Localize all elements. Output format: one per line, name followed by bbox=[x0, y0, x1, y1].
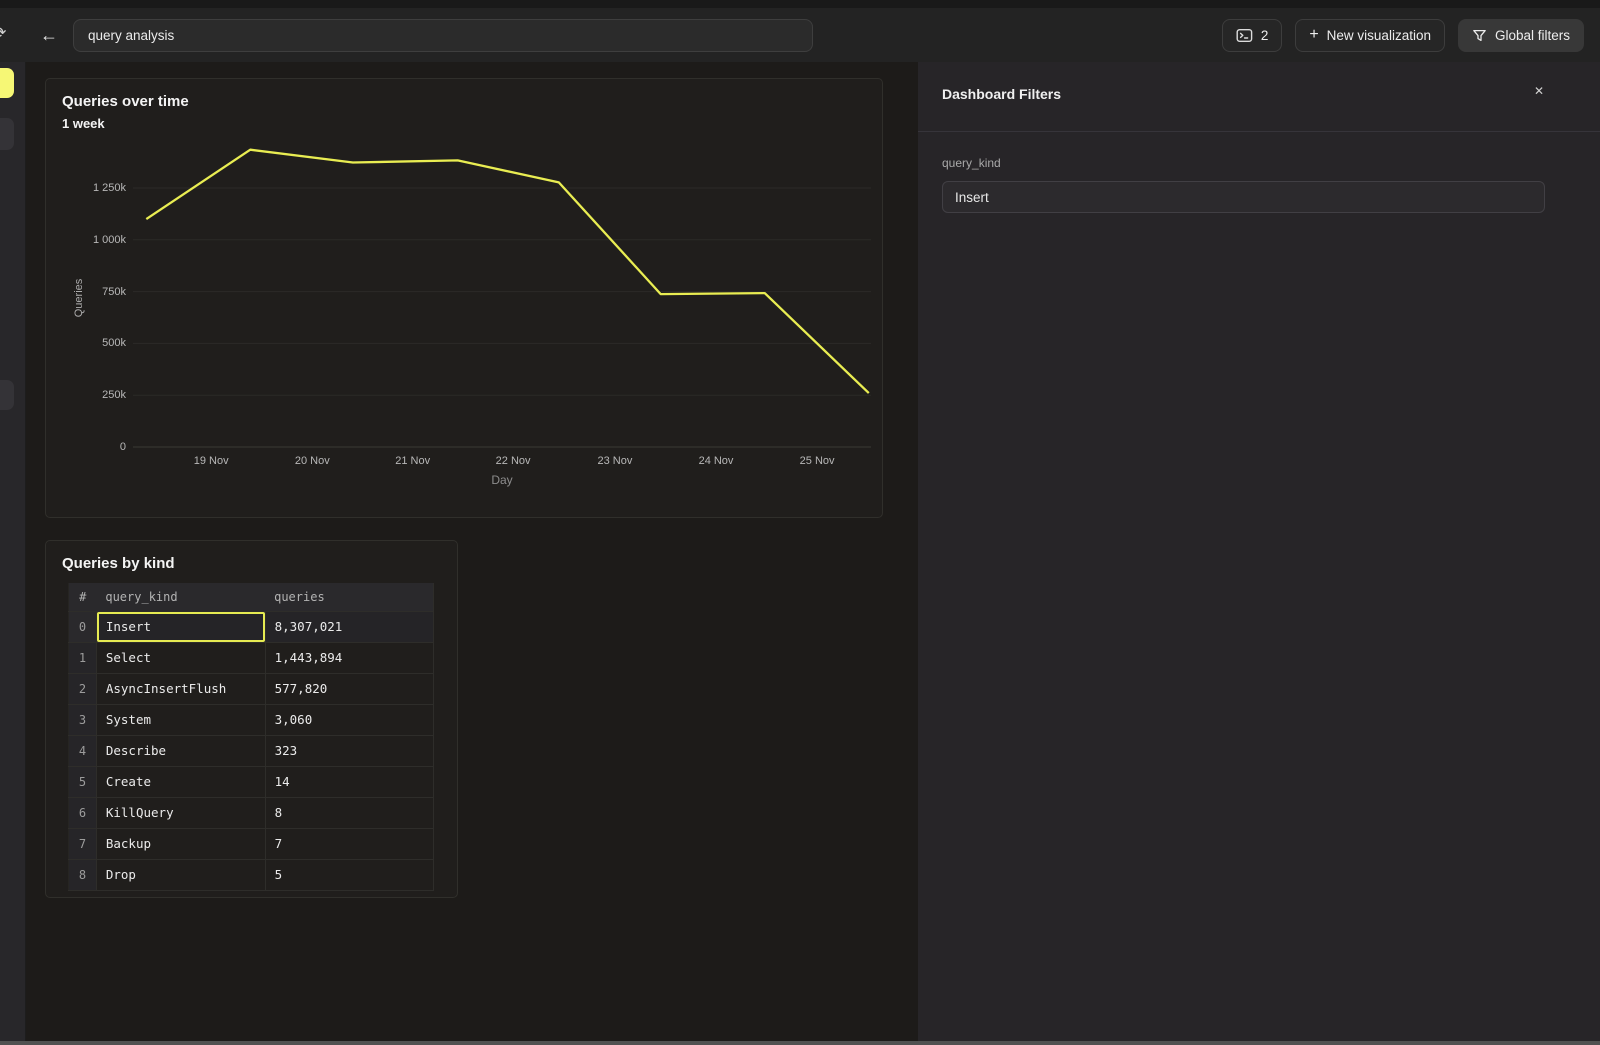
y-tick-label: 0 bbox=[120, 441, 126, 453]
row-index-cell: 4 bbox=[69, 735, 97, 766]
column-header-query_kind: query_kind bbox=[96, 583, 265, 611]
queries-value-cell[interactable]: 7 bbox=[265, 828, 433, 859]
queries-value-cell[interactable]: 8,307,021 bbox=[265, 611, 433, 642]
table-row: 7Backup7 bbox=[69, 828, 434, 859]
new-visualization-button[interactable]: + New visualization bbox=[1295, 19, 1445, 52]
x-axis-ticks: 19 Nov 20 Nov 21 Nov 22 Nov 23 Nov 24 Nov 25 N… bbox=[133, 455, 871, 469]
y-tick-label: 250k bbox=[102, 389, 126, 401]
global-filters-label: Global filters bbox=[1495, 28, 1570, 43]
sidebar-item-active[interactable] bbox=[0, 68, 14, 98]
filters-panel-body: query_kind bbox=[918, 132, 1600, 213]
dashboard-title-input[interactable] bbox=[73, 19, 813, 52]
x-tick-label: 20 Nov bbox=[295, 455, 330, 467]
table-row: 8Drop5 bbox=[69, 859, 434, 890]
queries-value-cell[interactable]: 577,820 bbox=[265, 673, 433, 704]
chart-title: Queries over time bbox=[62, 93, 189, 110]
queries-by-kind-table: #query_kindqueries 0Insert8,307,0211Sele… bbox=[68, 583, 434, 891]
x-tick-label: 21 Nov bbox=[395, 455, 430, 467]
table-row: 3System3,060 bbox=[69, 704, 434, 735]
topbar: ⟳ ← 2 + New visualization Global filter bbox=[0, 8, 1600, 62]
refresh-icon[interactable]: ⟳ bbox=[0, 24, 13, 44]
filters-panel-header: Dashboard Filters ✕ bbox=[918, 62, 1600, 132]
query-kind-cell[interactable]: Select bbox=[96, 642, 265, 673]
queries-value-cell[interactable]: 8 bbox=[265, 797, 433, 828]
table-row: 2AsyncInsertFlush577,820 bbox=[69, 673, 434, 704]
back-button[interactable]: ← bbox=[38, 26, 60, 44]
x-tick-label: 24 Nov bbox=[699, 455, 734, 467]
row-index-cell: 5 bbox=[69, 766, 97, 797]
table-row: 0Insert8,307,021 bbox=[69, 611, 434, 642]
queries-value-cell[interactable]: 14 bbox=[265, 766, 433, 797]
y-tick-label: 750k bbox=[102, 286, 126, 298]
table-row: 4Describe323 bbox=[69, 735, 434, 766]
row-index-cell: 7 bbox=[69, 828, 97, 859]
query-kind-cell[interactable]: Create bbox=[96, 766, 265, 797]
query-kind-filter-input[interactable] bbox=[942, 181, 1545, 213]
x-tick-label: 22 Nov bbox=[496, 455, 531, 467]
y-tick-label: 1 250k bbox=[93, 182, 126, 194]
dashboard-filters-panel: Dashboard Filters ✕ query_kind bbox=[918, 62, 1600, 1045]
global-filters-button[interactable]: Global filters bbox=[1458, 19, 1584, 52]
query-kind-cell[interactable]: Backup bbox=[96, 828, 265, 859]
y-tick-label: 1 000k bbox=[93, 234, 126, 246]
filter-funnel-icon bbox=[1472, 28, 1487, 43]
x-tick-label: 19 Nov bbox=[194, 455, 229, 467]
x-tick-label: 23 Nov bbox=[597, 455, 632, 467]
row-index-cell: 6 bbox=[69, 797, 97, 828]
sidebar-item[interactable] bbox=[0, 380, 14, 410]
table-row: 6KillQuery8 bbox=[69, 797, 434, 828]
plus-icon: + bbox=[1309, 27, 1318, 43]
close-icon[interactable]: ✕ bbox=[1534, 84, 1544, 98]
row-index-cell: 1 bbox=[69, 642, 97, 673]
y-axis-ticks: 0250k500k750k1 000k1 250k bbox=[46, 149, 126, 447]
table-row: 5Create14 bbox=[69, 766, 434, 797]
viz-count-label: 2 bbox=[1261, 28, 1269, 43]
table-row: 1Select1,443,894 bbox=[69, 642, 434, 673]
table-body: 0Insert8,307,0211Select1,443,8942AsyncIn… bbox=[69, 611, 434, 890]
bottom-edge-bar bbox=[0, 1041, 1600, 1045]
row-index-cell: 2 bbox=[69, 673, 97, 704]
dashboard-canvas: Queries over time 1 week Queries 0250k50… bbox=[26, 62, 918, 1045]
sql-console-count-button[interactable]: 2 bbox=[1222, 19, 1283, 52]
new-visualization-label: New visualization bbox=[1327, 28, 1431, 43]
y-tick-label: 500k bbox=[102, 337, 126, 349]
row-index-cell: 8 bbox=[69, 859, 97, 890]
query-kind-cell[interactable]: Insert bbox=[96, 611, 265, 642]
line-plot-svg bbox=[133, 149, 871, 447]
app-window: ⟳ ← 2 + New visualization Global filter bbox=[0, 0, 1600, 1045]
queries-series-line bbox=[146, 150, 869, 393]
topbar-actions: 2 + New visualization Global filters bbox=[1222, 19, 1584, 52]
query-kind-cell[interactable]: System bbox=[96, 704, 265, 735]
query-kind-cell[interactable]: KillQuery bbox=[96, 797, 265, 828]
query-kind-cell[interactable]: Drop bbox=[96, 859, 265, 890]
x-axis-title: Day bbox=[491, 473, 512, 487]
x-tick-label: 25 Nov bbox=[800, 455, 835, 467]
row-index-cell: 0 bbox=[69, 611, 97, 642]
left-rail bbox=[0, 62, 26, 1045]
queries-value-cell[interactable]: 3,060 bbox=[265, 704, 433, 735]
table-header-row: #query_kindqueries bbox=[69, 583, 434, 611]
queries-over-time-card: Queries over time 1 week Queries 0250k50… bbox=[45, 78, 883, 518]
row-index-cell: 3 bbox=[69, 704, 97, 735]
table-title: Queries by kind bbox=[62, 555, 175, 572]
query-kind-cell[interactable]: AsyncInsertFlush bbox=[96, 673, 265, 704]
queries-value-cell[interactable]: 5 bbox=[265, 859, 433, 890]
filters-panel-title: Dashboard Filters bbox=[942, 86, 1061, 102]
query-kind-cell[interactable]: Describe bbox=[96, 735, 265, 766]
console-icon bbox=[1236, 28, 1253, 43]
queries-by-kind-card: Queries by kind #query_kindqueries 0Inse… bbox=[45, 540, 458, 898]
queries-value-cell[interactable]: 323 bbox=[265, 735, 433, 766]
chart-subtitle: 1 week bbox=[62, 116, 105, 131]
queries-value-cell[interactable]: 1,443,894 bbox=[265, 642, 433, 673]
column-header-index: # bbox=[69, 583, 97, 611]
sidebar-item[interactable] bbox=[0, 118, 14, 150]
column-header-queries: queries bbox=[265, 583, 433, 611]
query-kind-filter-label: query_kind bbox=[942, 156, 1545, 170]
